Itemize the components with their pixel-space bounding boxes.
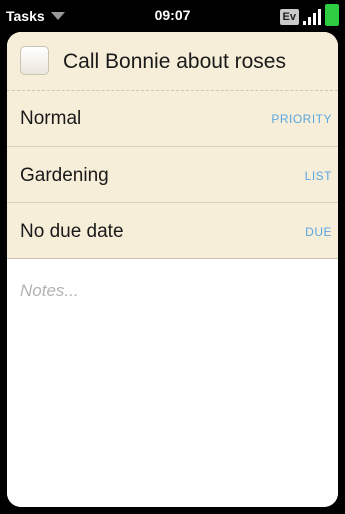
- task-header: Call Bonnie about roses Normal PRIORITY …: [7, 32, 338, 259]
- status-bar: Tasks 09:07 Ev: [0, 0, 345, 32]
- due-row[interactable]: No due date DUE: [7, 202, 338, 259]
- status-icons: Ev: [279, 4, 339, 27]
- task-complete-checkbox[interactable]: [20, 46, 49, 75]
- due-value: No due date: [20, 221, 124, 242]
- notes-field[interactable]: Notes...: [7, 259, 338, 507]
- list-row[interactable]: Gardening LIST: [7, 146, 338, 203]
- battery-icon: [325, 4, 339, 26]
- list-label: LIST: [304, 169, 332, 183]
- network-type-badge: Ev: [279, 9, 299, 25]
- priority-label: PRIORITY: [271, 112, 332, 126]
- list-value: Gardening: [20, 165, 109, 186]
- screen: Tasks 09:07 Ev Call Bonnie about roses N…: [0, 0, 345, 514]
- priority-row[interactable]: Normal PRIORITY: [7, 90, 338, 146]
- signal-strength-icon: [303, 7, 321, 25]
- due-label: DUE: [305, 225, 332, 239]
- priority-value: Normal: [20, 108, 82, 129]
- task-title[interactable]: Call Bonnie about roses: [63, 50, 286, 74]
- task-detail-card: Call Bonnie about roses Normal PRIORITY …: [7, 32, 338, 507]
- notes-placeholder: Notes...: [20, 281, 79, 300]
- task-title-row: Call Bonnie about roses: [7, 32, 338, 91]
